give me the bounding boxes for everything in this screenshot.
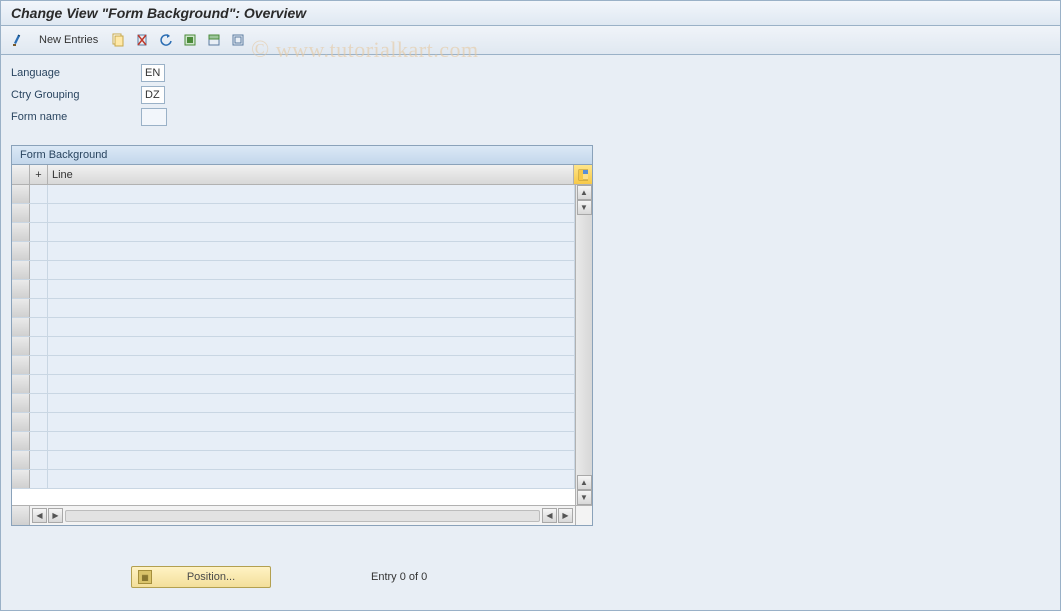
select-block-icon[interactable] [204,30,224,50]
table-row[interactable] [12,413,575,432]
table-row[interactable] [12,337,575,356]
grid-header-line[interactable]: Line [48,165,574,184]
horizontal-scrollbar[interactable]: ◀ ▶ ◀ ▶ [30,506,575,525]
grid-header-select[interactable] [12,165,30,184]
table-row[interactable] [12,261,575,280]
ctry-grouping-label: Ctry Grouping [11,89,141,101]
table-row[interactable] [12,375,575,394]
grid-configure-icon[interactable] [574,165,592,184]
page-title: Change View "Form Background": Overview [1,1,1060,26]
copy-as-icon[interactable] [108,30,128,50]
footer-bar: ▦ Position... Entry 0 of 0 [1,562,1060,592]
scroll-right2-icon[interactable]: ▶ [558,508,573,523]
table-row[interactable] [12,394,575,413]
vertical-scrollbar[interactable]: ▲ ▼ ▲ ▼ [575,185,592,505]
delete-icon[interactable] [132,30,152,50]
table-row[interactable] [12,432,575,451]
table-row[interactable] [12,318,575,337]
scroll-left2-icon[interactable]: ◀ [542,508,557,523]
ctry-grouping-field[interactable] [141,86,165,104]
table-row[interactable] [12,223,575,242]
toolbar: New Entries [1,26,1060,55]
form-area: Language Ctry Grouping Form name [1,55,1060,131]
table-row[interactable] [12,242,575,261]
scroll-right-icon[interactable]: ▶ [48,508,63,523]
grid-header: + Line [12,165,592,185]
form-name-label: Form name [11,111,141,123]
grid-header-plus[interactable]: + [30,165,48,184]
scroll-down-icon[interactable]: ▼ [577,200,592,215]
toggle-display-change-icon[interactable] [9,30,29,50]
grid-footer: ◀ ▶ ◀ ▶ [12,505,592,525]
table-row[interactable] [12,185,575,204]
grid-corner [12,506,30,525]
language-label: Language [11,67,141,79]
position-label: Position... [158,571,264,583]
title-text: Change View "Form Background": Overview [11,5,306,21]
table-row[interactable] [12,299,575,318]
position-icon: ▦ [138,570,152,584]
grid-title: Form Background [12,146,592,165]
new-entries-button[interactable]: New Entries [33,32,104,48]
table-row[interactable] [12,204,575,223]
form-background-grid: Form Background + Line [11,145,593,526]
grid-rows [12,185,575,505]
table-row[interactable] [12,451,575,470]
table-row[interactable] [12,356,575,375]
grid-body: ▲ ▼ ▲ ▼ [12,185,592,505]
scroll-up-icon[interactable]: ▲ [577,185,592,200]
form-name-field[interactable] [141,108,167,126]
language-field[interactable] [141,64,165,82]
deselect-all-icon[interactable] [228,30,248,50]
entry-count-text: Entry 0 of 0 [371,571,427,583]
scroll-up2-icon[interactable]: ▲ [577,475,592,490]
select-all-icon[interactable] [180,30,200,50]
undo-change-icon[interactable] [156,30,176,50]
position-button[interactable]: ▦ Position... [131,566,271,588]
scroll-down2-icon[interactable]: ▼ [577,490,592,505]
table-row[interactable] [12,470,575,489]
table-row[interactable] [12,280,575,299]
scroll-left-icon[interactable]: ◀ [32,508,47,523]
